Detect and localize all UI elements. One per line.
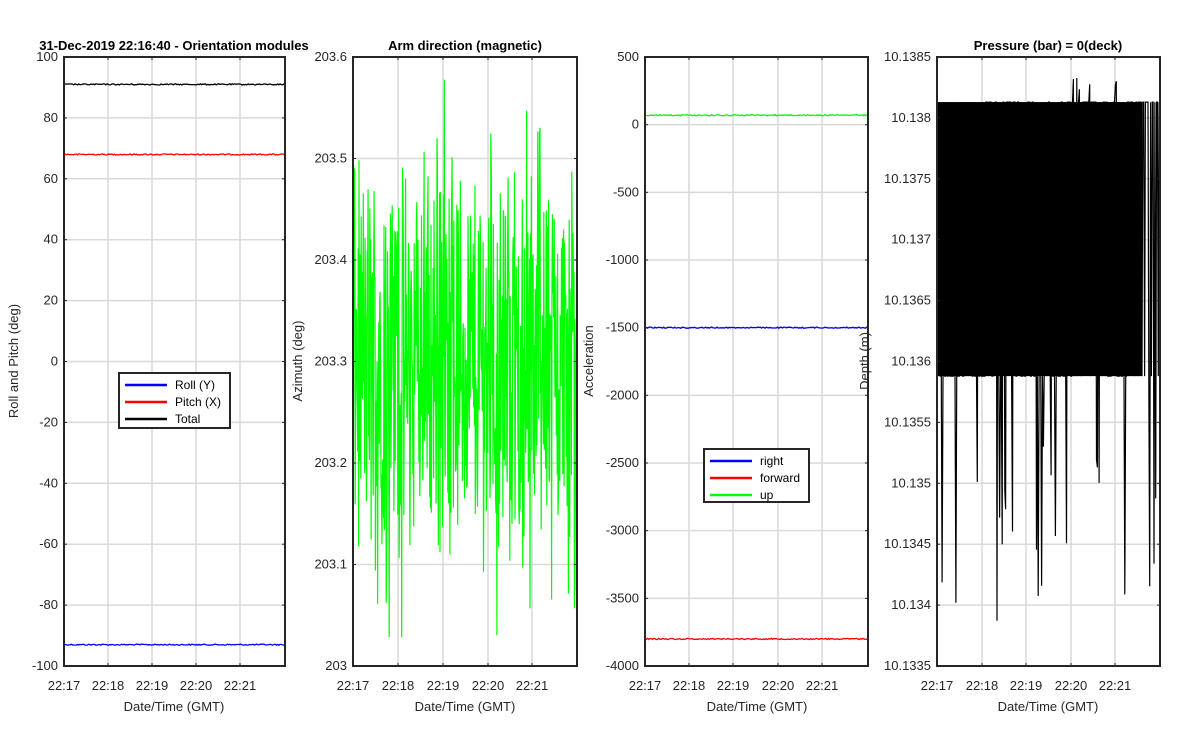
y-tick-label: 80 — [44, 110, 58, 125]
y-tick-label: 500 — [617, 49, 639, 64]
x-tick-label: 22:19 — [136, 678, 169, 693]
y-tick-label: 10.1345 — [884, 536, 931, 551]
y-tick-label: -60 — [39, 536, 58, 551]
y-axis-label-orientation: Roll and Pitch (deg) — [6, 304, 21, 418]
x-tick-label: 22:17 — [629, 678, 662, 693]
figure: 31-Dec-2019 22:16:40 - Orientation modul… — [6, 38, 1161, 714]
y-tick-label: 203.5 — [314, 151, 347, 166]
y-tick-label: -500 — [613, 184, 639, 199]
x-tick-label: 22:19 — [427, 678, 460, 693]
y-tick-label: 0 — [632, 117, 639, 132]
y-axis-label-acceleration: Acceleration — [581, 325, 596, 397]
x-tick-label: 22:17 — [921, 678, 954, 693]
x-tick-label: 22:18 — [673, 678, 706, 693]
x-axis-label-acceleration: Date/Time (GMT) — [707, 699, 808, 714]
y-tick-label: 203 — [325, 658, 347, 673]
y-tick-label: -3500 — [606, 590, 639, 605]
legend-label-up: up — [760, 488, 774, 502]
y-tick-label: 10.135 — [891, 475, 931, 490]
chart-title-orientation: 31-Dec-2019 22:16:40 - Orientation modul… — [39, 38, 309, 53]
grid-acceleration — [644, 56, 868, 667]
y-tick-label: 20 — [44, 293, 58, 308]
y-tick-label: -2500 — [606, 455, 639, 470]
y-tick-label: -4000 — [606, 658, 639, 673]
y-tick-label: -20 — [39, 414, 58, 429]
x-tick-label: 22:21 — [806, 678, 839, 693]
chart-title-pressure: Pressure (bar) = 0(deck) — [974, 38, 1122, 53]
y-tick-label: 10.1355 — [884, 414, 931, 429]
x-tick-label: 22:20 — [762, 678, 795, 693]
x-axis-label-orientation: Date/Time (GMT) — [124, 699, 225, 714]
x-tick-label: 22:19 — [717, 678, 750, 693]
plot-area-acceleration — [645, 57, 868, 666]
legend-label-forward: forward — [760, 471, 800, 485]
y-tick-label: -1500 — [606, 320, 639, 335]
y-tick-label: 10.137 — [891, 232, 931, 247]
chart-title-azimuth: Arm direction (magnetic) — [388, 38, 542, 53]
y-tick-label: 10.138 — [891, 110, 931, 125]
y-tick-label: -80 — [39, 597, 58, 612]
y-tick-label: 10.134 — [891, 597, 931, 612]
y-tick-label: 10.1365 — [884, 293, 931, 308]
x-tick-label: 22:21 — [224, 678, 257, 693]
y-tick-label: 10.1335 — [884, 658, 931, 673]
legend-label-total: Total — [175, 412, 200, 426]
y-tick-label: -3000 — [606, 523, 639, 538]
x-tick-label: 22:20 — [472, 678, 505, 693]
y-axis-label-pressure: Depth (m) — [857, 332, 872, 390]
x-tick-label: 22:18 — [966, 678, 999, 693]
y-tick-label: 100 — [36, 49, 58, 64]
axes-orientation: 31-Dec-2019 22:16:40 - Orientation modul… — [6, 38, 309, 714]
x-tick-label: 22:21 — [516, 678, 549, 693]
x-tick-label: 22:18 — [382, 678, 415, 693]
y-tick-label: 10.1375 — [884, 171, 931, 186]
x-tick-label: 22:20 — [1055, 678, 1088, 693]
y-tick-label: -100 — [32, 658, 58, 673]
x-tick-label: 22:20 — [180, 678, 213, 693]
axes-acceleration: Date/Time (GMT) Acceleration -4000 -3500 -… — [581, 49, 869, 714]
legend-label-right: right — [760, 454, 784, 468]
legend-label-roll-y: Roll (Y) — [175, 378, 215, 392]
grid-orientation — [63, 56, 285, 667]
y-tick-label: 10.1385 — [884, 49, 931, 64]
x-axis-label-pressure: Date/Time (GMT) — [998, 699, 1099, 714]
y-tick-label: -1000 — [606, 252, 639, 267]
y-tick-label: 203.3 — [314, 354, 347, 369]
x-tick-label: 22:17 — [337, 678, 370, 693]
legend-acceleration: right forward up — [703, 448, 810, 503]
legend-orientation: Roll (Y) Pitch (X) Total — [118, 372, 231, 429]
x-tick-label: 22:18 — [92, 678, 125, 693]
y-axis-label-azimuth: Azimuth (deg) — [290, 321, 305, 402]
y-tick-label: 203.4 — [314, 252, 347, 267]
axes-azimuth: Arm direction (magnetic) Date/Time (GMT)… — [290, 38, 578, 714]
axes-pressure: Pressure (bar) = 0(deck) Date/Time (GMT)… — [857, 38, 1161, 714]
y-tick-label: 0 — [51, 354, 58, 369]
y-tick-label: 203.2 — [314, 455, 347, 470]
x-tick-label: 22:17 — [48, 678, 81, 693]
y-tick-label: 60 — [44, 171, 58, 186]
y-tick-label: 10.136 — [891, 354, 931, 369]
legend-label-pitch-x: Pitch (X) — [175, 395, 221, 409]
y-tick-label: -40 — [39, 475, 58, 490]
y-tick-label: -2000 — [606, 387, 639, 402]
x-axis-label-azimuth: Date/Time (GMT) — [415, 699, 516, 714]
y-tick-label: 203.1 — [314, 557, 347, 572]
x-tick-label: 22:21 — [1099, 678, 1132, 693]
y-tick-label: 40 — [44, 232, 58, 247]
y-tick-label: 203.6 — [314, 49, 347, 64]
x-tick-label: 22:19 — [1010, 678, 1043, 693]
